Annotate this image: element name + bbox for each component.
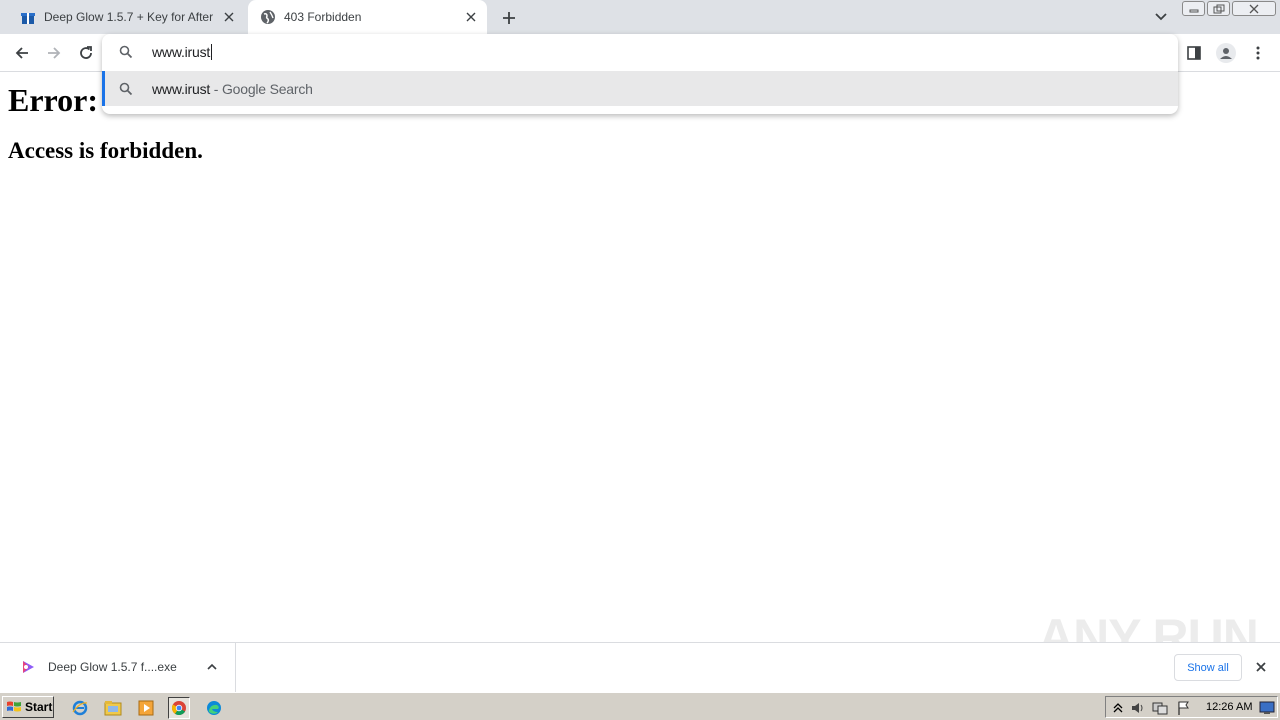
address-bar[interactable]: www.irust [102, 34, 1178, 70]
download-shelf: Deep Glow 1.5.7 f....exe Show all [0, 642, 1280, 692]
selection-indicator [102, 71, 105, 106]
restore-button[interactable] [1207, 1, 1230, 16]
window-controls [1182, 1, 1278, 17]
arrow-right-icon [48, 47, 61, 59]
chevron-down-icon[interactable] [1152, 9, 1170, 25]
arrow-left-icon [15, 47, 28, 59]
search-icon [119, 45, 133, 59]
new-tab-button[interactable] [499, 8, 519, 28]
tab-deep-glow[interactable]: Deep Glow 1.5.7 + Key for After Eff [8, 0, 245, 34]
taskbar: Start 12:26 AM [0, 692, 1280, 720]
side-panel-icon [1187, 46, 1201, 60]
clock: 12:26 AM [1206, 701, 1253, 713]
tab-strip: Deep Glow 1.5.7 + Key for After Eff 403 … [0, 0, 1280, 34]
flag-icon[interactable] [1176, 700, 1192, 716]
app-file-icon [23, 661, 34, 673]
tab-title: 403 Forbidden [284, 10, 362, 24]
kebab-menu-icon [1256, 46, 1260, 60]
menu-button[interactable] [1247, 42, 1269, 64]
reload-button[interactable] [75, 42, 97, 64]
forward-button[interactable] [43, 42, 65, 64]
internet-explorer-icon [72, 700, 88, 716]
text-caret [211, 44, 213, 60]
omnibox-popup: www.irust www.irust - Google Search [102, 34, 1178, 114]
search-icon [119, 82, 133, 96]
omnibox-suggestion[interactable]: www.irust - Google Search [102, 71, 1178, 106]
reload-icon [80, 46, 92, 59]
chrome-launcher[interactable] [168, 697, 190, 719]
error-message: Access is forbidden. [8, 138, 203, 163]
address-input[interactable]: www.irust [152, 44, 213, 60]
edge-icon [207, 701, 221, 715]
explorer-launcher[interactable] [102, 697, 124, 719]
show-all-button[interactable]: Show all [1174, 654, 1242, 681]
tab-title: Deep Glow 1.5.7 + Key for After Eff [44, 10, 213, 24]
edge-launcher[interactable] [203, 697, 225, 719]
volume-icon[interactable] [1130, 700, 1146, 716]
close-icon[interactable] [1254, 660, 1268, 674]
plus-icon [503, 12, 515, 24]
suggestion-text: www.irust - Google Search [152, 81, 313, 97]
close-tab-icon[interactable] [221, 9, 237, 25]
gift-icon [21, 13, 35, 24]
folder-icon [104, 701, 122, 716]
error-heading: Error: [8, 82, 99, 118]
system-tray: 12:26 AM [1105, 696, 1278, 718]
media-player-launcher[interactable] [135, 697, 157, 719]
minimize-button[interactable] [1182, 1, 1205, 16]
avatar-icon [1216, 43, 1236, 63]
side-panel-button[interactable] [1183, 42, 1205, 64]
page-content: Error: Access is forbidden. [0, 72, 1280, 642]
ie-launcher[interactable] [69, 697, 91, 719]
network-icon[interactable] [1152, 700, 1168, 716]
chevron-up-icon[interactable] [205, 660, 219, 674]
tab-403-forbidden[interactable]: 403 Forbidden [248, 0, 487, 34]
start-label: Start [25, 700, 53, 714]
desktop-icon[interactable] [1259, 700, 1275, 716]
download-file-name: Deep Glow 1.5.7 f....exe [48, 660, 177, 674]
chevron-up-icon[interactable] [1110, 700, 1126, 716]
chrome-icon [171, 701, 186, 715]
download-item[interactable]: Deep Glow 1.5.7 f....exe [0, 643, 236, 692]
start-button[interactable]: Start [2, 696, 54, 718]
globe-icon [261, 10, 275, 24]
close-window-button[interactable] [1232, 1, 1276, 16]
close-tab-icon[interactable] [463, 9, 479, 25]
media-player-icon [138, 700, 154, 716]
profile-button[interactable] [1215, 42, 1237, 64]
windows-flag-icon [7, 701, 21, 712]
back-button[interactable] [11, 42, 33, 64]
